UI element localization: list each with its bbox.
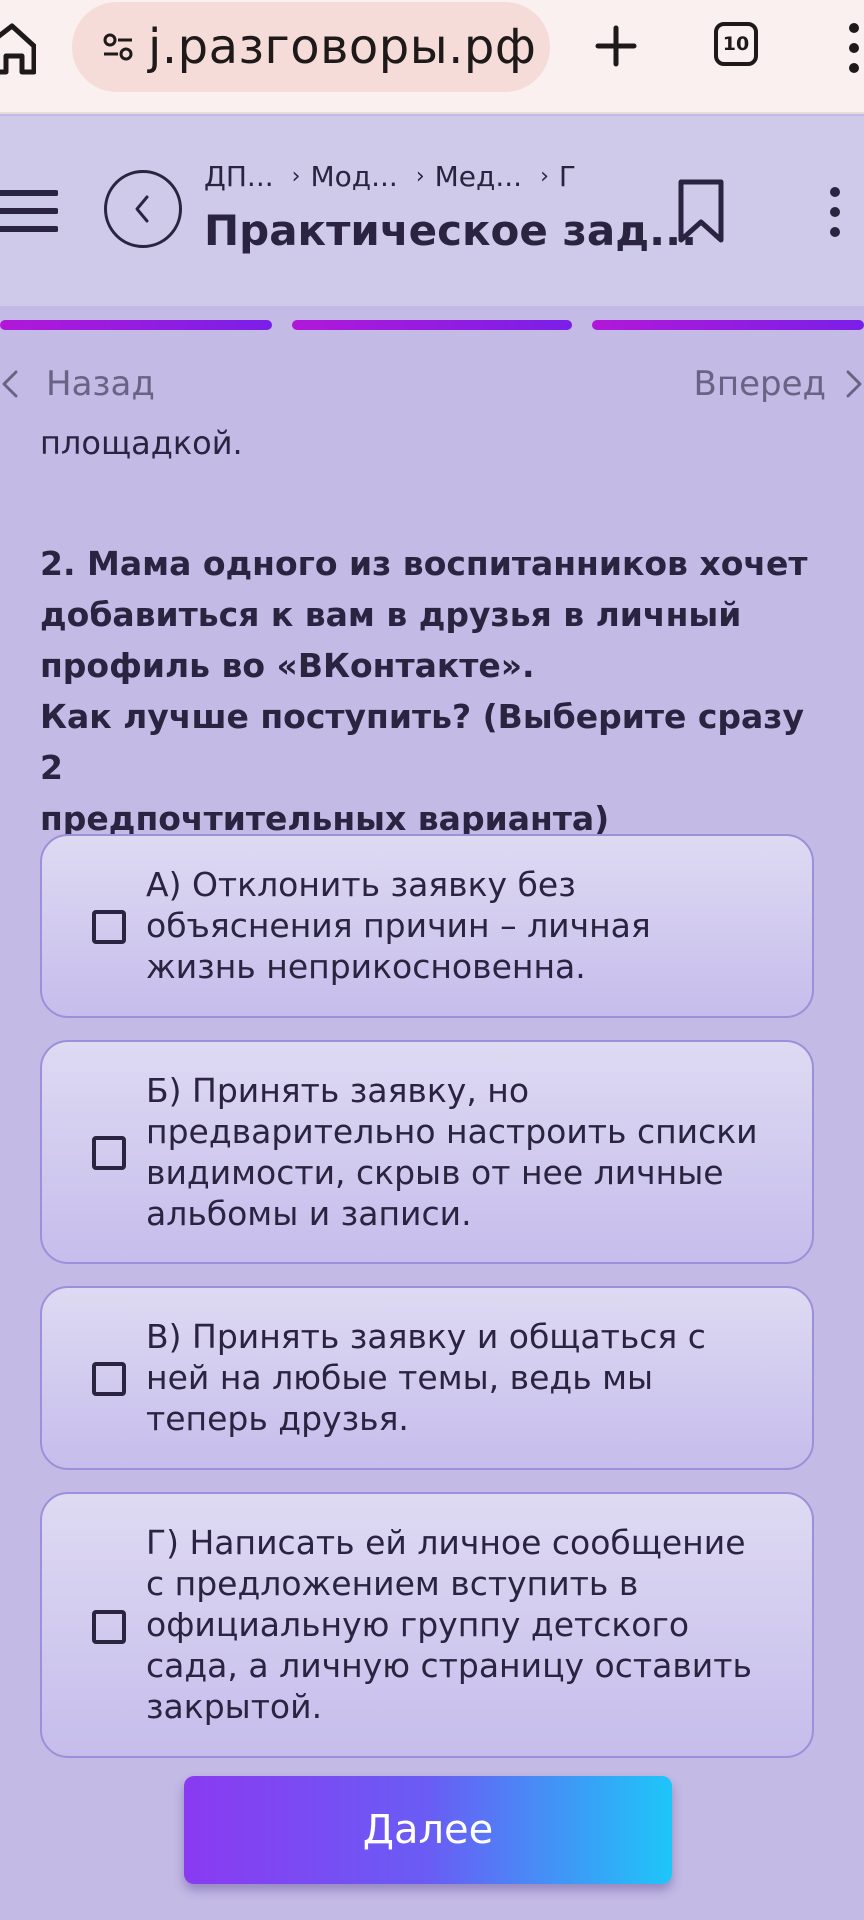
nav-back-link[interactable]: Назад: [0, 362, 155, 406]
option-line: сада, а личную страницу оставить: [146, 1646, 752, 1685]
option-line: теперь друзья.: [146, 1399, 409, 1438]
browser-toolbar: ј.разговоры.рф 10: [0, 0, 864, 114]
answer-option-d[interactable]: Г) Написать ей личное сообщение с предло…: [40, 1492, 814, 1758]
option-line: объяснения причин – личная: [146, 906, 651, 945]
home-icon[interactable]: [0, 16, 36, 76]
option-line: Г) Написать ей личное сообщение: [146, 1523, 746, 1562]
site-settings-icon[interactable]: [102, 31, 134, 63]
breadcrumb-item[interactable]: Мод...: [310, 160, 397, 193]
option-text: Б) Принять заявку, но предварительно нас…: [146, 1070, 786, 1234]
answer-option-a[interactable]: А) Отклонить заявку без объяснения причи…: [40, 834, 814, 1018]
url-text: ј.разговоры.рф: [148, 19, 537, 75]
chevron-right-icon: [846, 370, 862, 398]
more-vertical-icon[interactable]: [820, 184, 850, 240]
question-line: 2. Мама одного из воспитанников хочет: [40, 544, 808, 583]
breadcrumb-item[interactable]: Мед...: [435, 160, 522, 193]
progress-segment: [292, 320, 572, 330]
chevron-left-icon: [2, 370, 18, 398]
menu-icon[interactable]: [0, 188, 58, 234]
option-line: А) Отклонить заявку без: [146, 865, 576, 904]
option-line: видимости, скрыв от нее личные: [146, 1153, 724, 1192]
chevron-right-icon: ›: [540, 163, 549, 189]
bookmark-icon[interactable]: [676, 178, 726, 244]
browser-menu-icon[interactable]: [844, 20, 864, 76]
page-title: Практическое зад...: [204, 206, 698, 255]
option-line: Б) Принять заявку, но: [146, 1071, 530, 1110]
tab-switcher-button[interactable]: 10: [714, 22, 758, 66]
option-line: с предложением вступить в: [146, 1564, 639, 1603]
chevron-right-icon: ›: [415, 163, 425, 189]
breadcrumb: ДП... › Мод... › Мед... › Г: [204, 158, 576, 194]
option-line: официальную группу детского: [146, 1605, 690, 1644]
answer-option-b[interactable]: Б) Принять заявку, но предварительно нас…: [40, 1040, 814, 1264]
question-line: Как лучше поступить? (Выберите сразу 2: [40, 697, 804, 787]
chevron-right-icon: ›: [291, 163, 301, 189]
option-text: А) Отклонить заявку без объяснения причи…: [146, 864, 786, 987]
option-text: В) Принять заявку и общаться с ней на лю…: [146, 1316, 786, 1439]
progress-segment: [0, 320, 272, 330]
nav-back-label: Назад: [46, 364, 155, 404]
chevron-left-icon: [135, 195, 149, 223]
back-button[interactable]: [104, 170, 182, 248]
option-checkbox[interactable]: [92, 1136, 126, 1170]
address-bar[interactable]: ј.разговоры.рф: [72, 2, 550, 92]
breadcrumb-item[interactable]: ДП...: [204, 160, 274, 193]
option-checkbox[interactable]: [92, 910, 126, 944]
nav-next-label: Вперед: [693, 364, 826, 404]
option-line: предварительно настроить списки: [146, 1112, 758, 1151]
nav-next-link[interactable]: Вперед: [694, 362, 864, 406]
new-tab-icon[interactable]: [592, 22, 640, 70]
intro-text: площадкой.: [40, 424, 243, 462]
option-line: В) Принять заявку и общаться с: [146, 1317, 706, 1356]
option-line: альбомы и записи.: [146, 1194, 472, 1233]
option-checkbox[interactable]: [92, 1610, 126, 1644]
submit-next-button[interactable]: Далее: [184, 1776, 672, 1884]
option-line: закрытой.: [146, 1687, 323, 1726]
tab-count: 10: [722, 33, 750, 55]
option-line: ней на любые темы, ведь мы: [146, 1358, 654, 1397]
step-progress: [0, 320, 864, 330]
progress-segment: [592, 320, 864, 330]
option-line: жизнь неприкосновенна.: [146, 947, 586, 986]
option-text: Г) Написать ей личное сообщение с предло…: [146, 1522, 786, 1727]
answer-option-c[interactable]: В) Принять заявку и общаться с ней на лю…: [40, 1286, 814, 1470]
option-checkbox[interactable]: [92, 1362, 126, 1396]
question-text: 2. Мама одного из воспитанников хочет до…: [40, 538, 830, 844]
breadcrumb-item[interactable]: Г: [559, 160, 576, 193]
question-line: профиль во «ВКонтакте».: [40, 646, 535, 685]
app-header: ДП... › Мод... › Мед... › Г Практическое…: [0, 116, 864, 306]
question-line: добавиться к вам в друзья в личный: [40, 595, 742, 634]
